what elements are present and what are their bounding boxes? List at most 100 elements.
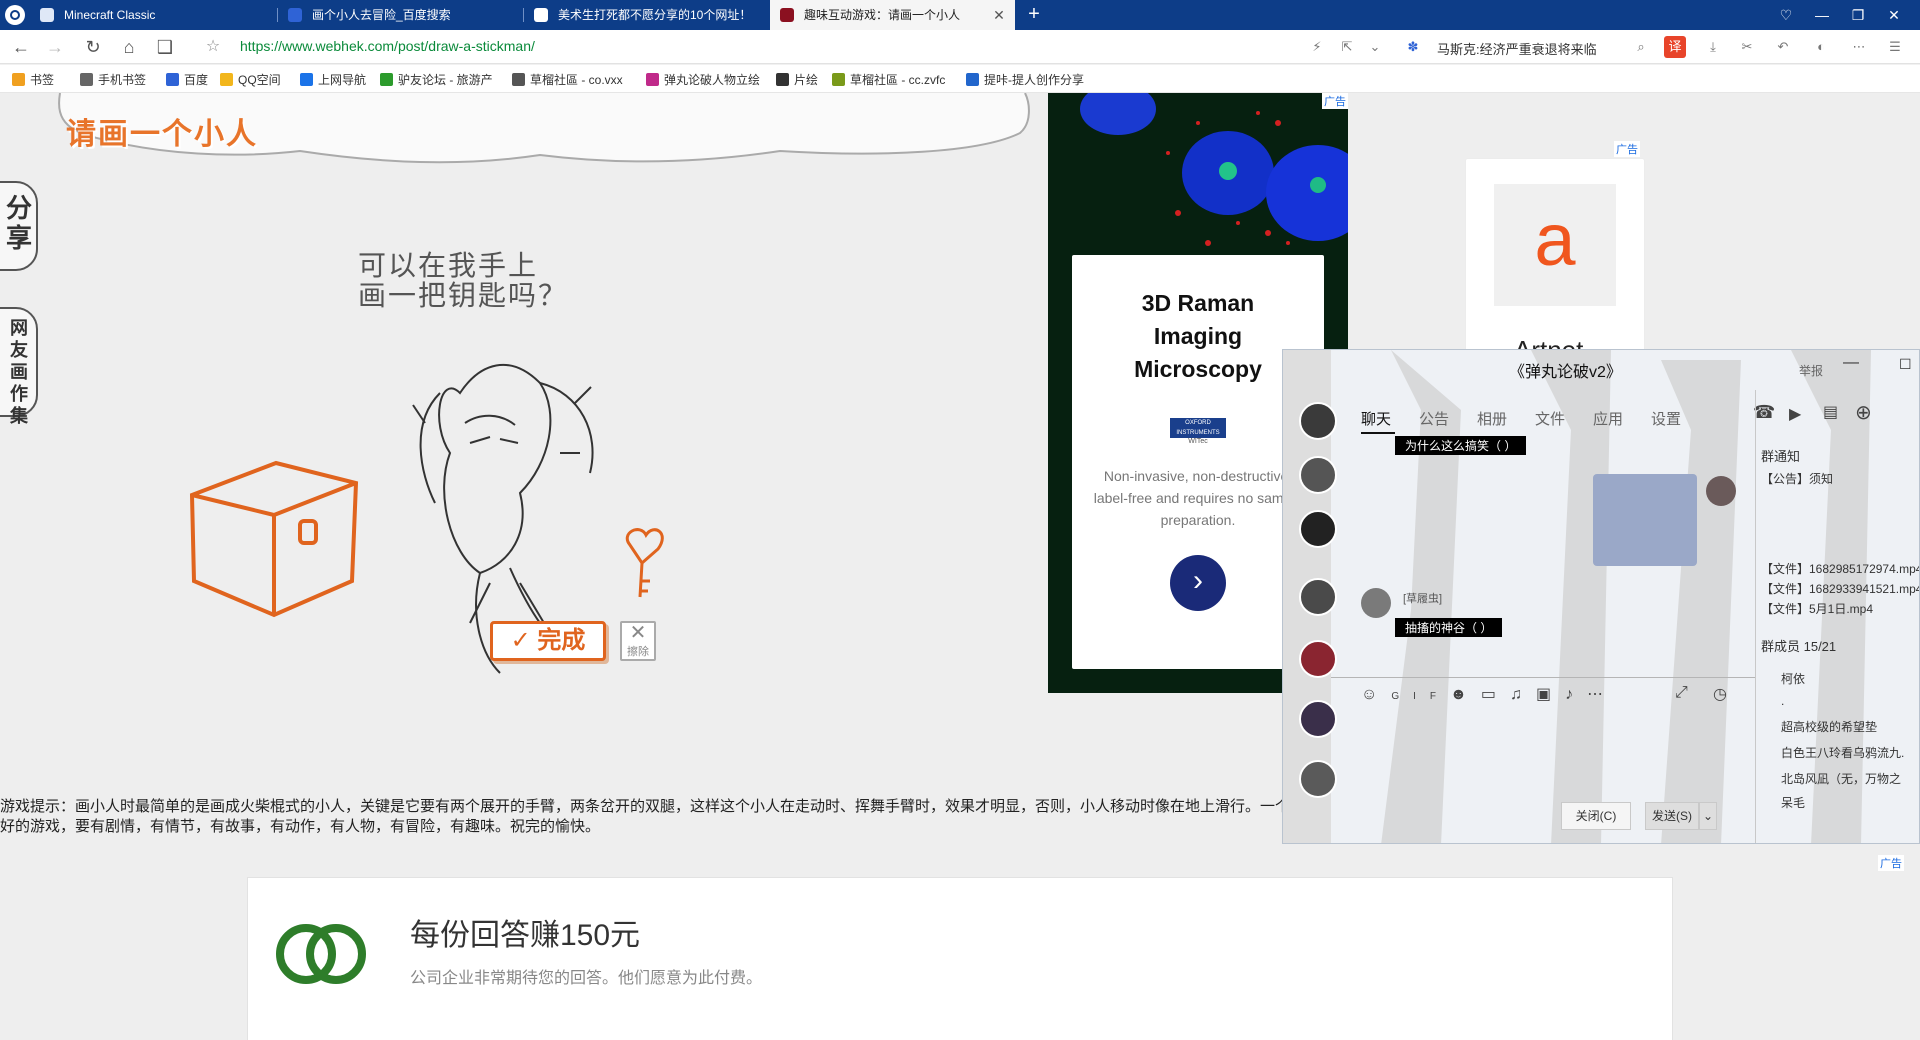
more-icon[interactable]: ⋯: [1848, 36, 1870, 58]
file-line[interactable]: 【文件】1682985172974.mp4: [1761, 560, 1919, 577]
night-mode-icon[interactable]: ◐: [1810, 36, 1832, 58]
tab-minecraft[interactable]: Minecraft Classic: [30, 0, 275, 30]
chat-tab-chat[interactable]: 聊天: [1361, 408, 1391, 429]
chat-tab-album[interactable]: 相册: [1477, 408, 1507, 429]
bell-icon[interactable]: ♪: [1565, 686, 1587, 703]
done-button[interactable]: ✓ 完成: [490, 621, 606, 661]
member-item[interactable]: 北岛风凪（无，万物之: [1761, 770, 1901, 787]
bookmark-item[interactable]: 驴友论坛 - 旅游产: [380, 71, 493, 88]
group-chat-window[interactable]: 《弹丸论破v2》 举报 — ☐ 聊天 公告 相册 文件 应用 设置 ☎ ▶ ▤ …: [1282, 349, 1920, 844]
reload-button[interactable]: ↻: [80, 35, 106, 59]
chat-close-button[interactable]: 关闭(C): [1561, 802, 1631, 830]
share-icon[interactable]: ⇱: [1336, 36, 1358, 58]
video-icon[interactable]: ▶: [1789, 404, 1801, 424]
gif-icon[interactable]: GIF: [1391, 691, 1450, 702]
chat-minimize-button[interactable]: —: [1843, 354, 1859, 372]
folder-icon[interactable]: ▭: [1481, 686, 1510, 703]
bookmark-item[interactable]: 上网导航: [300, 71, 366, 88]
tab-close-icon[interactable]: ✕: [991, 0, 1007, 30]
news-ticker[interactable]: 马斯克:经济严重衰退将来临: [1437, 39, 1597, 58]
member-item[interactable]: 超高校级的希望垫: [1761, 718, 1877, 735]
phone-icon[interactable]: ☎: [1753, 402, 1775, 423]
shirt-skin-icon[interactable]: ♡: [1768, 0, 1804, 30]
shared-image[interactable]: [1593, 474, 1697, 566]
file-line[interactable]: 【文件】5月1日.mp4: [1761, 600, 1873, 617]
notice-title[interactable]: 群通知: [1761, 446, 1800, 465]
bookmark-item[interactable]: 提咔-提人创作分享: [966, 71, 1084, 88]
bottom-ad[interactable]: 每份回答赚150元 公司企业非常期待您的回答。他们愿意为此付费。: [247, 877, 1673, 1040]
more-icon[interactable]: ⋯: [1587, 686, 1617, 703]
tab-baidu-search[interactable]: 画个小人去冒险_百度搜索: [278, 0, 523, 30]
lightning-icon[interactable]: ⚡: [1306, 36, 1328, 58]
artnet-ad[interactable]: a Artnet: [1465, 158, 1645, 368]
notice-line[interactable]: 【公告】须知: [1761, 470, 1833, 487]
chat-tab-apps[interactable]: 应用: [1593, 408, 1623, 429]
url-input[interactable]: https://www.webhek.com/post/draw-a-stick…: [240, 38, 535, 54]
reader-mode-button[interactable]: ❑: [152, 35, 178, 59]
bookmark-item[interactable]: 书签: [12, 71, 54, 88]
chat-maximize-button[interactable]: ☐: [1899, 356, 1912, 373]
download-icon[interactable]: ⤓: [1702, 36, 1724, 58]
history-icon[interactable]: ◷: [1713, 684, 1727, 704]
bookmark-item[interactable]: 弹丸论破人物立绘: [646, 71, 760, 88]
chat-tab-settings[interactable]: 设置: [1651, 408, 1681, 429]
share-side-tab[interactable]: 分享: [0, 181, 38, 271]
back-button[interactable]: ←: [8, 35, 34, 59]
ad-label[interactable]: 广告: [1878, 855, 1904, 871]
translate-button[interactable]: 译: [1664, 36, 1686, 58]
tab-title: 趣味互动游戏：请画一个小人: [804, 8, 961, 22]
undo-icon[interactable]: ↶: [1772, 36, 1794, 58]
maximize-button[interactable]: ❐: [1840, 0, 1876, 30]
expand-icon[interactable]: ⤢: [1675, 684, 1688, 702]
avatar[interactable]: [1706, 476, 1736, 506]
chat-tab-files[interactable]: 文件: [1535, 408, 1565, 429]
share-side-label: 分享: [6, 193, 33, 253]
member-item[interactable]: 白色王八玲看乌鸦流九.: [1761, 744, 1904, 761]
music-icon[interactable]: ♫: [1510, 686, 1536, 703]
add-icon[interactable]: ⊕: [1855, 400, 1872, 425]
emoji-icon[interactable]: ☺: [1361, 686, 1391, 703]
chat-message[interactable]: 为什么这么搞笑（ ）: [1395, 436, 1527, 455]
game-logo[interactable]: 请画一个小人: [66, 109, 258, 153]
avatar[interactable]: [1361, 588, 1391, 618]
bookmark-item[interactable]: 草榴社區 - cc.zvfc: [832, 71, 945, 88]
cat-icon[interactable]: ☻: [1450, 686, 1481, 703]
member-item[interactable]: 柯依: [1761, 670, 1805, 687]
bookmark-item[interactable]: 手机书签: [80, 71, 146, 88]
report-link[interactable]: 举报: [1799, 362, 1823, 379]
erase-button[interactable]: ✕ 擦除: [620, 621, 656, 661]
chevron-down-icon[interactable]: ⌄: [1364, 36, 1386, 58]
member-item[interactable]: 呆毛: [1761, 794, 1805, 811]
lesson-icon[interactable]: ▤: [1823, 402, 1838, 422]
minimize-button[interactable]: —: [1804, 0, 1840, 30]
paw-search-icon[interactable]: ✽: [1402, 36, 1424, 58]
tab-draw-stickman[interactable]: 趣味互动游戏：请画一个小人 ✕: [770, 0, 1015, 30]
home-button[interactable]: ⌂: [116, 35, 142, 59]
star-bookmark-icon[interactable]: ☆: [200, 35, 226, 59]
zhihu-icon: [534, 8, 548, 22]
bookmark-item[interactable]: 片绘: [776, 71, 818, 88]
search-icon[interactable]: ⌕: [1630, 36, 1652, 58]
bookmark-item[interactable]: 草榴社區 - co.vxx: [512, 71, 623, 88]
menu-icon[interactable]: ☰: [1884, 36, 1906, 58]
ad-label[interactable]: 广告: [1614, 141, 1640, 157]
chat-send-button[interactable]: 发送(S): [1645, 802, 1699, 830]
chat-tab-notice[interactable]: 公告: [1419, 408, 1449, 429]
bookmark-item[interactable]: QQ空间: [220, 71, 281, 88]
ad-arrow-button[interactable]: ›: [1170, 555, 1226, 611]
tab-art-sites[interactable]: 美术生打死都不愿分享的10个网址！: [524, 0, 769, 30]
chat-message[interactable]: 抽搐的神谷（ ）: [1395, 618, 1503, 637]
file-line[interactable]: 【文件】1682933941521.mp4: [1761, 580, 1919, 597]
member-item[interactable]: .: [1761, 694, 1784, 708]
send-options-chevron-icon[interactable]: ⌄: [1699, 802, 1717, 830]
bookmark-item[interactable]: 百度: [166, 71, 208, 88]
new-tab-button[interactable]: +: [1022, 0, 1046, 30]
ad-label[interactable]: 广告: [1322, 93, 1348, 109]
gallery-side-tab[interactable]: 网友画作集: [0, 307, 38, 426]
drawing-canvas[interactable]: [180, 313, 680, 733]
image-icon[interactable]: ▣: [1536, 686, 1565, 703]
screenshot-scissors-icon[interactable]: ✂: [1736, 36, 1758, 58]
forward-button[interactable]: →: [42, 35, 68, 59]
browser-logo-icon[interactable]: [5, 5, 25, 25]
close-window-button[interactable]: ✕: [1876, 0, 1912, 30]
